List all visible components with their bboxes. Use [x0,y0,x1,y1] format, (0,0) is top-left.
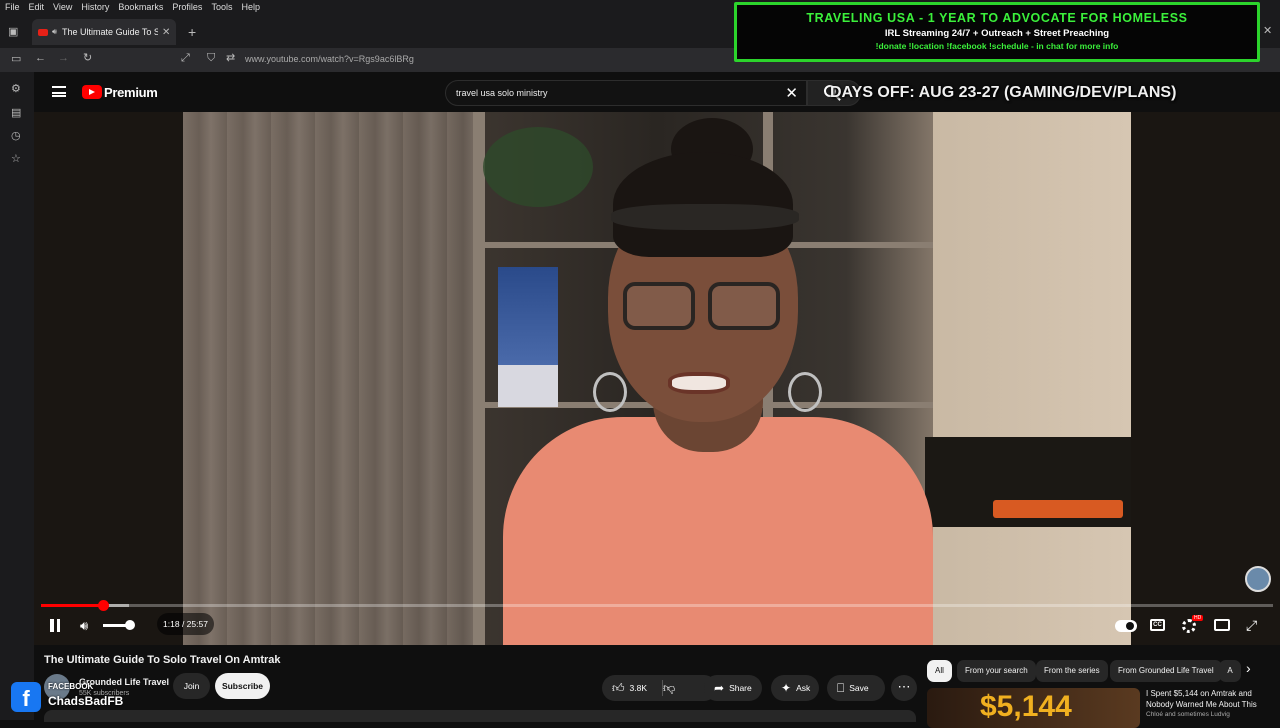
ask-button[interactable]: ✦ Ask [771,675,819,701]
menu-history[interactable]: History [81,2,109,12]
ask-label: Ask [796,683,811,693]
autoplay-toggle[interactable] [1115,620,1137,632]
chip-from-channel[interactable]: From Grounded Life Travel [1110,660,1222,682]
close-window-icon[interactable]: ✕ [1263,26,1272,37]
thumbnail-text: $5,144 [980,690,1072,723]
facebook-label: FACEBOOK [48,682,94,691]
days-off-overlay: DAYS OFF: AUG 23-27 (GAMING/DEV/PLANS) [830,84,1177,101]
theater-mode-button[interactable] [1214,619,1230,631]
video-frame [183,112,1131,645]
volume-knob[interactable] [125,620,135,630]
tab-title: The Ultimate Guide To Solo Travel On Amt… [62,27,159,37]
share-button[interactable]: ➦ Share [704,675,762,701]
bookmark-icon: ⎕ [837,680,845,695]
glasses-left [623,282,695,330]
back-icon[interactable]: ← [35,53,46,64]
thumbs-down-icon[interactable]: 👎︎ [663,681,675,696]
wood-panel [933,112,1131,645]
clear-search-icon[interactable]: ✕ [785,84,798,102]
search-input[interactable]: travel usa solo ministry [456,88,548,98]
menu-file[interactable]: File [5,2,20,12]
chip-from-the-series[interactable]: From the series [1036,660,1108,682]
premium-label[interactable]: Premium [104,85,158,100]
menu-edit[interactable]: Edit [29,2,45,12]
earring-right [788,372,822,412]
fullscreen-icon[interactable]: ⤢ [1246,617,1257,634]
like-divider [662,680,663,696]
captions-button[interactable]: CC [1150,619,1165,631]
shield-icon[interactable]: ⛉ [207,53,215,64]
youtube-favicon-icon [38,28,48,36]
reader-icon[interactable]: ▤ [11,106,21,119]
settings-gear-icon[interactable] [1182,619,1196,633]
tab-close-icon[interactable]: ✕ [162,27,170,38]
search-box[interactable]: travel usa solo ministry ✕ [445,80,807,106]
url-field[interactable]: www.youtube.com/watch?v=Rgs9ac6lBRg [245,54,414,64]
earring-left [593,372,627,412]
progress-scrubber[interactable] [98,600,109,611]
channel-watermark-avatar[interactable] [1245,566,1271,592]
reload-icon[interactable]: ↻ [83,53,92,64]
more-actions-icon[interactable]: ⋯ [891,675,917,701]
overlay-line-2: IRL Streaming 24/7 + Outreach + Street P… [884,28,1110,39]
save-label: Save [849,683,869,693]
thumbs-up-icon[interactable]: 👍︎ [612,681,625,696]
like-dislike-group: 👍︎ 3.8K 👎︎ [602,675,717,701]
share-icon: ➦ [714,681,725,695]
chip-from-your-search[interactable]: From your search [957,660,1036,682]
share-label: Share [729,683,752,693]
overlay-line-3: !donate !location !facebook !schedule - … [875,41,1119,51]
menu-tools[interactable]: Tools [211,2,232,12]
glasses-right [708,282,780,330]
join-button[interactable]: Join [173,673,210,699]
chip-all[interactable]: All [927,660,952,682]
menu-bookmarks[interactable]: Bookmarks [118,2,163,12]
forward-icon[interactable]: → [58,53,69,64]
pause-button[interactable] [49,619,61,632]
menu-view[interactable]: View [53,2,72,12]
recommended-channel[interactable]: Chloé and sometimes Ludvig [1146,711,1230,718]
curtain [183,112,473,645]
history-icon[interactable]: ◷ [11,129,21,142]
presenter [503,118,933,645]
new-tab-icon[interactable]: + [188,25,196,39]
bookmarks-star-icon[interactable]: ☆ [11,152,21,165]
time-display: 1:18 / 25:57 [157,613,214,635]
like-count[interactable]: 3.8K [630,683,648,693]
chevron-right-icon[interactable]: › [1246,660,1251,676]
menu-hamburger-icon[interactable] [52,86,66,97]
save-button[interactable]: ⎕ Save [827,675,885,701]
menu-help[interactable]: Help [241,2,260,12]
progress-played [41,604,103,607]
description-box[interactable] [44,710,916,722]
hd-badge: HD [1192,615,1204,621]
volume-icon[interactable]: 🔊︎ [80,618,88,634]
fireplace-flame [993,500,1123,518]
stream-overlay-banner: TRAVELING USA - 1 YEAR TO ADVOCATE FOR H… [734,2,1260,62]
video-player[interactable] [34,112,1280,645]
facebook-icon: f [11,682,41,712]
site-settings-icon[interactable]: ⇄ [226,53,235,64]
mouth [668,372,730,394]
overlay-line-1: TRAVELING USA - 1 YEAR TO ADVOCATE FOR H… [806,11,1188,25]
headband [611,204,799,230]
youtube-logo-icon[interactable] [82,85,102,99]
expand-icon[interactable]: ⤢ [181,53,190,64]
sparkle-icon: ✦ [781,681,792,695]
recommended-thumbnail[interactable]: $5,144 [927,688,1140,728]
subscribe-button[interactable]: Subscribe [215,673,270,699]
menu-profiles[interactable]: Profiles [172,2,202,12]
extensions-icon[interactable]: ⚙ [11,82,21,95]
browser-tab[interactable]: 🔊︎ The Ultimate Guide To Solo Travel On … [32,19,176,45]
video-title: The Ultimate Guide To Solo Travel On Amt… [44,654,281,666]
recommended-title[interactable]: I Spent $5,144 on Amtrak and Nobody Warn… [1146,689,1266,710]
workspaces-icon[interactable]: ▣ [8,27,18,38]
sidebar-toggle-icon[interactable]: ▭ [11,54,21,65]
progress-bar[interactable] [41,600,1273,611]
browser-sidebar: ⚙ ▤ ◷ ☆ [0,72,34,720]
speaker-icon[interactable]: 🔊︎ [52,27,57,37]
chip-more[interactable]: A [1219,660,1241,682]
shelf-post [473,112,485,645]
facebook-name: ChadsBadFB [48,694,124,708]
